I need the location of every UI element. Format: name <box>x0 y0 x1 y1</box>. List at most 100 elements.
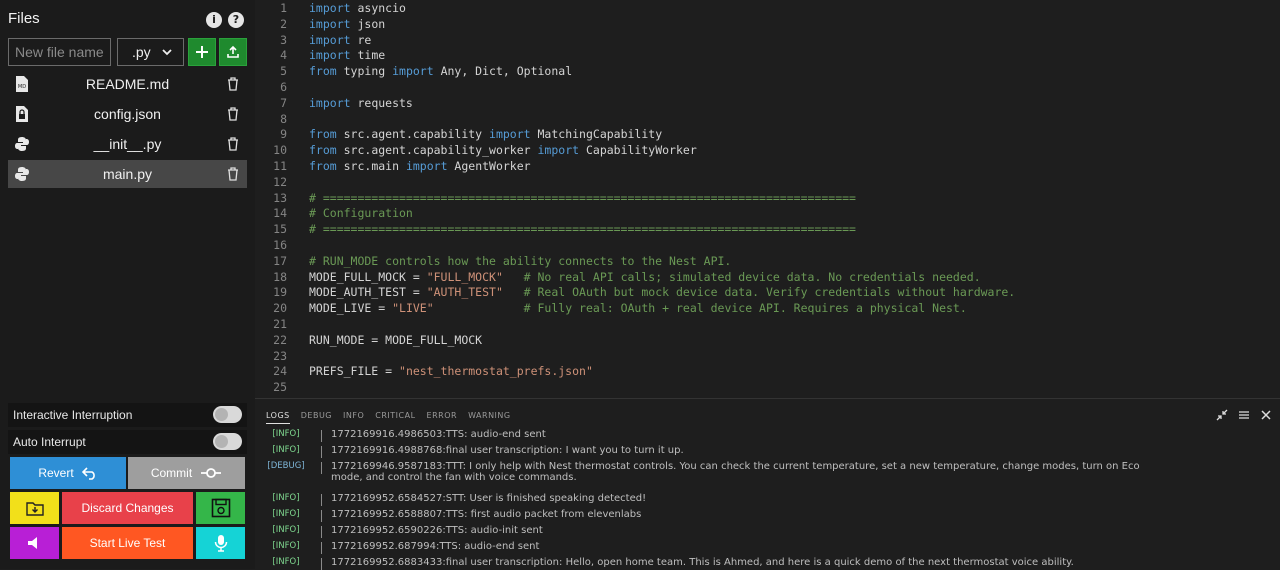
line-source: MODE_FULL_MOCK = "FULL_MOCK" # No real A… <box>309 270 981 284</box>
line-number: 7 <box>280 95 287 110</box>
code-token: import <box>309 48 358 63</box>
undo-icon <box>81 467 95 480</box>
microphone-button[interactable] <box>196 527 245 559</box>
code-token: AgentWorker <box>447 159 531 173</box>
commit-icon <box>201 468 222 478</box>
auto-interrupt-toggle[interactable] <box>213 433 242 450</box>
live-test-label: Start Live Test <box>89 536 166 550</box>
file-name: main.py <box>102 166 153 182</box>
file-item-readme[interactable]: MD README.md <box>8 70 247 98</box>
speaker-icon <box>27 537 37 549</box>
code-token: from <box>309 159 337 173</box>
tab-logs[interactable]: LOGS <box>266 411 290 424</box>
line-number: 14 <box>273 206 287 221</box>
upload-file-button[interactable] <box>219 38 247 66</box>
code-token: "nest_thermostat_prefs.json" <box>399 364 593 379</box>
log-divider <box>321 542 322 554</box>
code-token: # ======================================… <box>309 190 856 205</box>
menu-lines-icon[interactable] <box>1238 409 1250 421</box>
line-source: # RUN_MODE controls how the ability conn… <box>309 254 731 268</box>
svg-text:MD: MD <box>18 84 26 90</box>
info-icon[interactable]: i <box>206 12 222 28</box>
add-file-button[interactable] <box>188 38 216 66</box>
file-name: README.md <box>85 76 170 92</box>
download-folder-button[interactable] <box>10 492 59 524</box>
line-number: 24 <box>273 364 287 379</box>
code-token: # ======================================… <box>309 222 856 237</box>
toggle-label: Interactive Interruption <box>13 408 133 422</box>
trash-icon[interactable] <box>227 107 239 121</box>
log-level-badge: [INFO] <box>272 429 300 439</box>
speaker-button[interactable] <box>10 527 59 559</box>
code-token: MODE_LIVE = <box>309 301 393 316</box>
help-icon[interactable]: ? <box>228 12 244 28</box>
code-editor[interactable]: 1 import asyncio 2 import json 3 import re 4 im… <box>255 0 1280 398</box>
file-item-main[interactable]: main.py <box>8 160 247 188</box>
tab-info[interactable]: INFO <box>343 411 364 420</box>
log-message: 1772169916.4988768:final user transcript… <box>331 445 684 456</box>
line-source: from typing import Any, Dict, Optional <box>309 64 572 78</box>
file-name: config.json <box>94 106 161 122</box>
code-token: from <box>309 64 337 79</box>
close-icon[interactable] <box>1260 409 1272 421</box>
interactive-interruption-row: Interactive Interruption <box>8 403 247 427</box>
code-token: import <box>537 143 580 158</box>
file-item-config[interactable]: config.json <box>8 100 247 128</box>
start-live-test-button[interactable]: Start Live Test <box>62 527 193 559</box>
code-token: import <box>405 159 448 173</box>
log-divider <box>321 558 322 570</box>
code-token: # Real OAuth but mock device data. Verif… <box>523 285 1016 300</box>
log-message: 1772169916.4986503:TTS: audio-end sent <box>331 429 546 440</box>
revert-button[interactable]: Revert <box>10 457 126 489</box>
line-source: from src.agent.capability_worker import … <box>309 143 697 157</box>
tab-debug[interactable]: DEBUG <box>301 411 332 420</box>
commit-button[interactable]: Commit <box>128 457 245 489</box>
line-source: import asyncio <box>309 1 406 15</box>
line-source: import json <box>309 17 385 31</box>
line-source: MODE_AUTH_TEST = "AUTH_TEST" # Real OAut… <box>309 285 1015 299</box>
new-file-name-input[interactable] <box>8 38 111 66</box>
log-message: 1772169952.6584527:STT: User is finished… <box>331 493 647 504</box>
tab-error[interactable]: ERROR <box>427 411 458 420</box>
line-number: 23 <box>273 348 287 363</box>
extension-select[interactable]: .py <box>117 38 184 66</box>
code-token: MatchingCapability <box>530 127 663 142</box>
chevron-down-icon <box>162 49 172 56</box>
line-number: 12 <box>273 174 287 189</box>
upload-icon <box>227 45 239 58</box>
log-message: 1772169952.687994:TTS: audio-end sent <box>331 541 540 552</box>
code-token: from <box>309 127 337 142</box>
log-level-badge: [INFO] <box>272 541 300 551</box>
line-number: 8 <box>280 111 287 126</box>
collapse-icon[interactable] <box>1216 409 1228 421</box>
discard-changes-button[interactable]: Discard Changes <box>62 492 193 524</box>
line-source: from src.agent.capability import Matchin… <box>309 127 662 141</box>
lock-file-icon <box>16 106 28 122</box>
tab-critical[interactable]: CRITICAL <box>375 411 415 420</box>
line-source: MODE_LIVE = "LIVE" # Fully real: OAuth +… <box>309 301 967 315</box>
code-token: PREFS_FILE = <box>309 364 400 379</box>
save-icon <box>211 498 230 518</box>
line-number: 16 <box>273 238 287 252</box>
code-token: CapabilityWorker <box>579 143 697 158</box>
log-level-badge: [INFO] <box>272 509 300 519</box>
code-token: src.main <box>336 159 406 173</box>
auto-interrupt-row: Auto Interrupt <box>8 430 247 454</box>
log-divider <box>321 494 322 506</box>
line-number: 21 <box>273 317 287 331</box>
interactive-interruption-toggle[interactable] <box>213 406 242 423</box>
line-number: 2 <box>280 16 287 31</box>
file-item-init[interactable]: __init__.py <box>8 130 247 158</box>
line-source: # ======================================… <box>309 222 856 236</box>
line-number: 20 <box>273 301 287 316</box>
commit-label: Commit <box>150 466 193 480</box>
code-token: json <box>357 16 386 31</box>
trash-icon[interactable] <box>227 137 239 151</box>
line-source: import time <box>309 48 385 62</box>
tab-warning[interactable]: WARNING <box>468 411 511 420</box>
trash-icon[interactable] <box>227 77 239 91</box>
save-button[interactable] <box>196 492 245 524</box>
line-source: PREFS_FILE = "nest_thermostat_prefs.json… <box>309 364 593 378</box>
trash-icon[interactable] <box>227 167 239 181</box>
